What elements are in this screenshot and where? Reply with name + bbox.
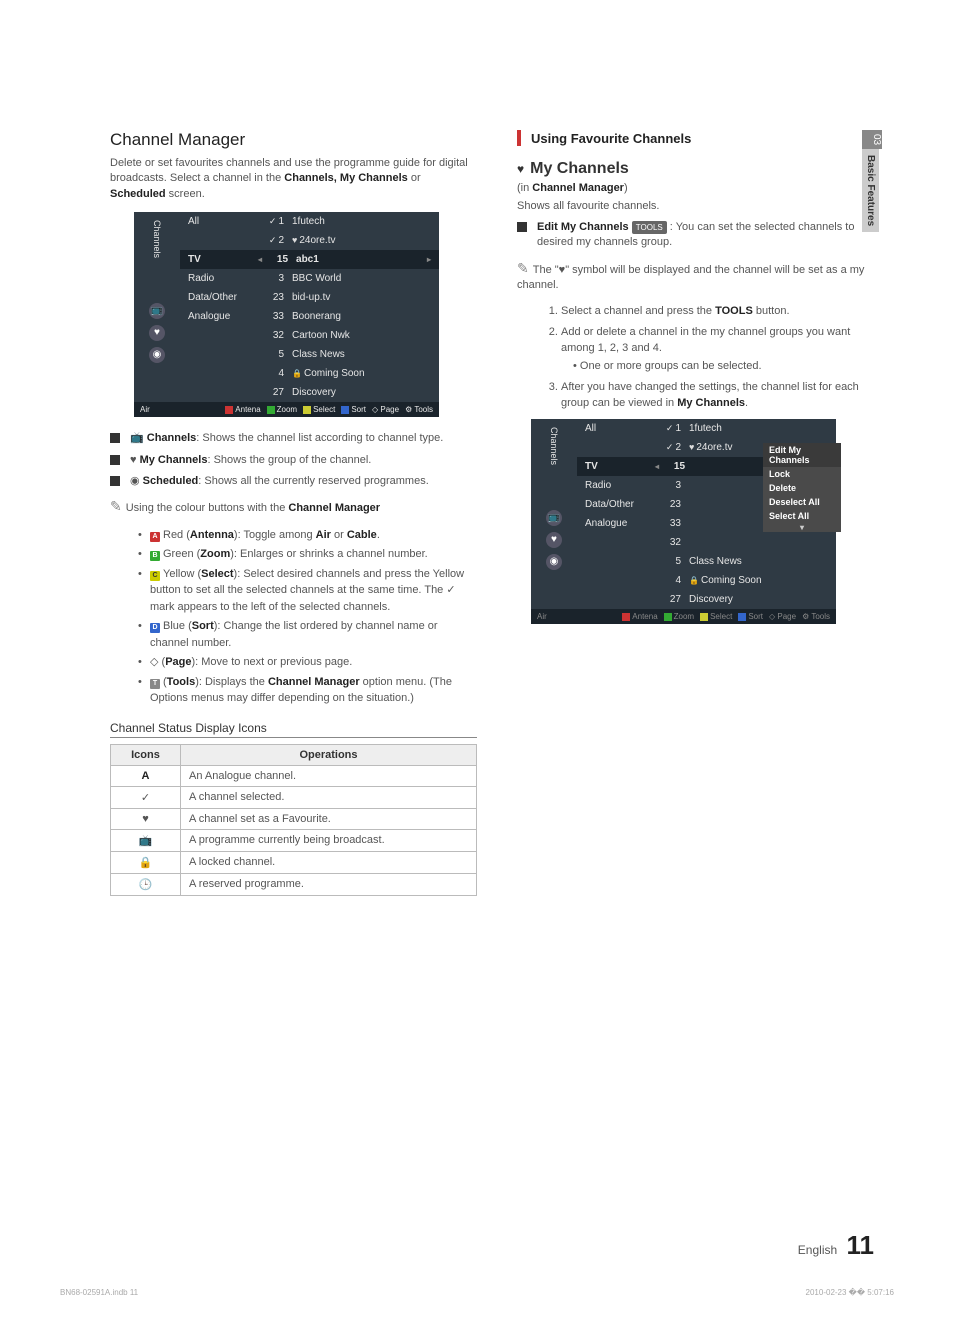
note-icon: ✎ — [110, 498, 122, 514]
subsection-header: My Channels — [517, 160, 884, 178]
chapter-label: Basic Features — [862, 149, 879, 232]
broadcast-icon: 📺 — [111, 829, 181, 851]
list-item: Cartoon Nwk — [292, 330, 431, 341]
clock-icon: ◉ — [546, 554, 562, 570]
tools-badge-icon: TOOLS — [632, 221, 667, 234]
chapter-number: 03 — [862, 130, 882, 149]
chapter-tab: 03 Basic Features — [862, 130, 884, 232]
clock-icon: ◉ — [149, 347, 165, 363]
heart-icon: ♥ — [546, 532, 562, 548]
list-item: CYellow (Select): Select desired channel… — [138, 566, 477, 616]
bullet-icon — [517, 222, 527, 232]
tools-badge-icon: T — [150, 679, 160, 689]
bullet-icon — [110, 455, 120, 465]
table-row: AAn Analogue channel. — [111, 765, 477, 786]
menu-header: Edit My Channels — [763, 443, 841, 467]
print-meta: BN68-02591A.indb 11 2010-02-23 �� 5:07:1… — [60, 1288, 894, 1297]
section-title: Channel Manager — [110, 130, 477, 150]
section-description: Delete or set favourites channels and us… — [110, 156, 477, 202]
icons-table: IconsOperations AAn Analogue channel. ✓A… — [110, 744, 477, 896]
footer-legend: Air Antena Zoom Select Sort ◇ Page ⚙ Too… — [134, 402, 439, 417]
table-row: 📺A programme currently being broadcast. — [111, 829, 477, 851]
table-row: 🕒A reserved programme. — [111, 873, 477, 895]
bullet-icon — [110, 433, 120, 443]
table-row: ♥A channel set as a Favourite. — [111, 808, 477, 829]
list-item: ARed (Antenna): Toggle among Air or Cabl… — [138, 527, 477, 544]
table-row: ✓A channel selected. — [111, 786, 477, 808]
bullet-icon — [110, 476, 120, 486]
list-item: DBlue (Sort): Change the list ordered by… — [138, 618, 477, 651]
note: ✎The "♥" symbol will be displayed and th… — [517, 259, 884, 294]
list-item: 1futech — [292, 216, 431, 227]
menu-item-lock: Lock — [763, 467, 841, 481]
list-item: Discovery — [292, 387, 431, 398]
section-header: Using Favourite Channels — [517, 130, 884, 146]
note: ✎Using the colour buttons with the Chann… — [110, 497, 477, 517]
list-item: abc1 — [296, 254, 427, 265]
check-icon: ✓ — [111, 786, 181, 808]
list-item: ◇ (Page): Move to next or previous page. — [138, 654, 477, 671]
tv-icon: 📺 — [149, 303, 165, 319]
step-item: After you have changed the settings, the… — [561, 380, 884, 411]
red-badge-icon: A — [150, 532, 160, 542]
heart-icon: ♥ — [111, 808, 181, 829]
filter-radio: Radio — [188, 273, 258, 284]
my-channels-screenshot: Channels 📺 ♥ ◉ All11futech 224ore.tv TV◂… — [531, 419, 836, 624]
list-item: Coming Soon — [292, 368, 431, 379]
list-item: bid-up.tv — [292, 292, 431, 303]
sidebar-label: Channels — [148, 212, 166, 266]
filter-data: Data/Other — [188, 292, 258, 303]
blue-badge-icon: D — [150, 623, 160, 633]
chevron-down-icon: ▾ — [763, 523, 841, 532]
context-menu: Edit My Channels Lock Delete Deselect Al… — [763, 443, 841, 532]
left-column: Channel Manager Delete or set favourites… — [110, 130, 477, 896]
analogue-icon: A — [111, 765, 181, 786]
list-item: BBC World — [292, 273, 431, 284]
list-item: Boonerang — [292, 311, 431, 322]
clock-icon: 🕒 — [111, 873, 181, 895]
menu-item-select-all: Select All — [763, 509, 841, 523]
header-stripe-icon — [517, 130, 521, 146]
table-row: 🔒A locked channel. — [111, 851, 477, 873]
filter-all: All — [188, 216, 258, 227]
list-item: Class News — [292, 349, 431, 360]
sidebar-label: Channels — [545, 419, 563, 473]
list-item: 24ore.tv — [292, 235, 431, 246]
filter-tv: TV — [188, 254, 258, 265]
heart-icon: ♥ — [149, 325, 165, 341]
note-icon: ✎ — [517, 260, 529, 276]
filter-analogue: Analogue — [188, 311, 258, 322]
page-footer: English 11 — [798, 1230, 874, 1261]
yellow-badge-icon: C — [150, 571, 160, 581]
heart-icon — [517, 162, 530, 176]
footer-legend: Air Antena Zoom Select Sort ◇ Page ⚙ Too… — [531, 609, 836, 624]
step-item: Add or delete a channel in the my channe… — [561, 325, 884, 374]
tv-icon: 📺 — [546, 510, 562, 526]
table-title: Channel Status Display Icons — [110, 721, 477, 738]
green-badge-icon: B — [150, 551, 160, 561]
lock-icon: 🔒 — [111, 851, 181, 873]
page-number: 11 — [847, 1230, 875, 1260]
channel-manager-screenshot: Channels 📺 ♥ ◉ All 1 1futech — [134, 212, 439, 417]
list-item: T(Tools): Displays the Channel Manager o… — [138, 674, 477, 707]
menu-item-deselect-all: Deselect All — [763, 495, 841, 509]
list-item: BGreen (Zoom): Enlarges or shrinks a cha… — [138, 546, 477, 563]
right-column: Using Favourite Channels My Channels (in… — [517, 130, 884, 896]
menu-item-delete: Delete — [763, 481, 841, 495]
step-item: Select a channel and press the TOOLS but… — [561, 304, 884, 319]
